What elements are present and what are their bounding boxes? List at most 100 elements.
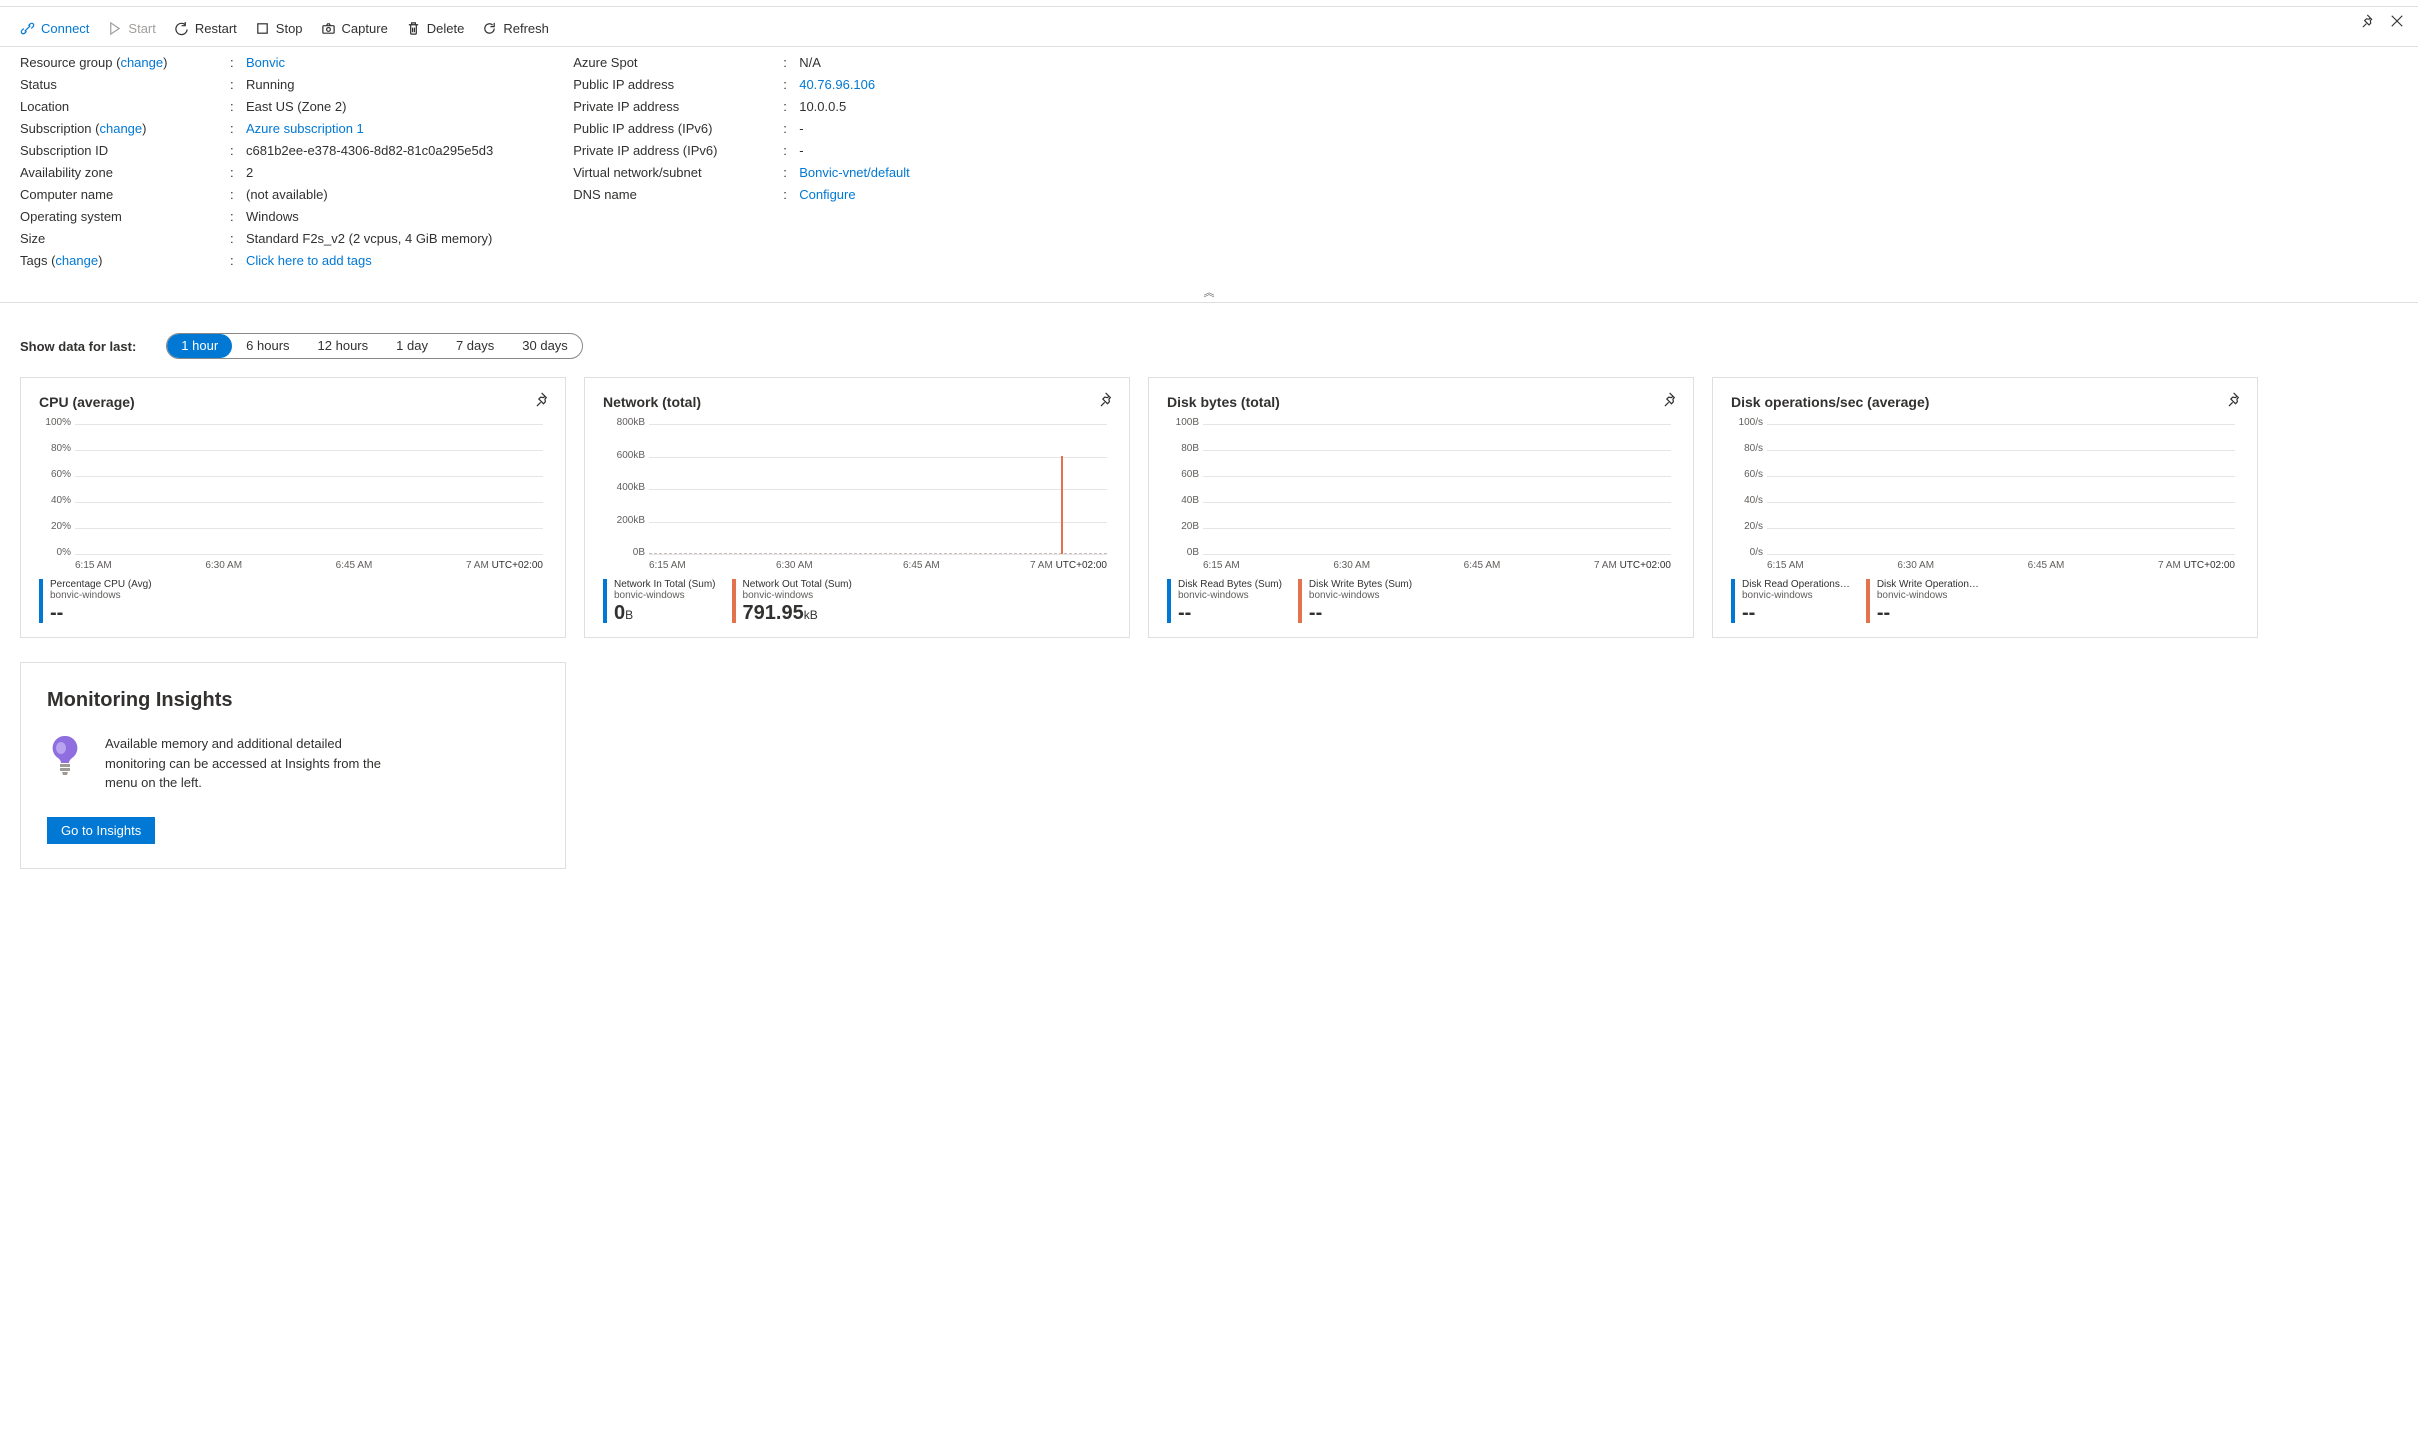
property-row: Operating system:Windows: [20, 209, 493, 224]
pin-icon[interactable]: [2362, 14, 2376, 31]
property-value: 40.76.96.106: [799, 77, 875, 92]
property-row: Location:East US (Zone 2): [20, 99, 493, 114]
property-row: Availability zone:2: [20, 165, 493, 180]
stop-button[interactable]: Stop: [255, 21, 303, 36]
pin-icon[interactable]: [536, 392, 551, 410]
property-label: Public IP address: [573, 77, 783, 92]
property-label: Tags (change): [20, 253, 230, 268]
property-row: Public IP address (IPv6):-: [573, 121, 910, 136]
property-row: Virtual network/subnet:Bonvic-vnet/defau…: [573, 165, 910, 180]
property-label: DNS name: [573, 187, 783, 202]
property-row: Size:Standard F2s_v2 (2 vcpus, 4 GiB mem…: [20, 231, 493, 246]
delete-button[interactable]: Delete: [406, 21, 465, 36]
chart-xaxis: 6:15 AM6:30 AM6:45 AM7 AM UTC+02:00: [1767, 554, 2235, 571]
chart-legend: Network In Total (Sum)bonvic-windows0B Ne…: [603, 579, 1111, 623]
close-icon[interactable]: [2390, 14, 2404, 31]
property-row: Subscription (change):Azure subscription…: [20, 121, 493, 136]
capture-button[interactable]: Capture: [321, 21, 388, 36]
property-row: Subscription ID:c681b2ee-e378-4306-8d82-…: [20, 143, 493, 158]
pin-icon[interactable]: [1100, 392, 1115, 410]
property-row: Tags (change):Click here to add tags: [20, 253, 493, 268]
property-label: Location: [20, 99, 230, 114]
chart-plot[interactable]: 100%80%60%40%20%0%: [75, 424, 543, 554]
time-range-label: Show data for last:: [20, 339, 136, 354]
property-value: 2: [246, 165, 253, 180]
pin-icon[interactable]: [2228, 392, 2243, 410]
property-value: Running: [246, 77, 294, 92]
chart-title: Disk operations/sec (average): [1731, 394, 2239, 410]
insights-text: Available memory and additional detailed…: [105, 734, 405, 793]
property-value: Bonvic: [246, 55, 285, 70]
property-value: N/A: [799, 55, 821, 70]
property-label: Private IP address (IPv6): [573, 143, 783, 158]
go-to-insights-button[interactable]: Go to Insights: [47, 817, 155, 844]
change-link[interactable]: change: [55, 253, 98, 268]
legend-item[interactable]: Network In Total (Sum)bonvic-windows0B: [603, 579, 716, 623]
property-row: Private IP address:10.0.0.5: [573, 99, 910, 114]
refresh-button[interactable]: Refresh: [482, 21, 549, 36]
chart-card: Disk operations/sec (average) 100/s80/s60…: [1712, 377, 2258, 638]
charts-grid: CPU (average)100%80%60%40%20%0%6:15 AM6:…: [0, 377, 2418, 658]
start-button: Start: [107, 21, 155, 36]
property-row: Azure Spot:N/A: [573, 55, 910, 70]
chart-card: Network (total)800kB600kB400kB200kB0B6:1…: [584, 377, 1130, 638]
legend-item[interactable]: Disk Write Bytes (Sum)bonvic-windows--: [1298, 579, 1412, 623]
time-range-option[interactable]: 7 days: [442, 334, 508, 358]
pin-icon[interactable]: [1664, 392, 1679, 410]
legend-item[interactable]: Network Out Total (Sum)bonvic-windows791…: [732, 579, 852, 623]
insights-title: Monitoring Insights: [47, 689, 539, 712]
chart-xaxis: 6:15 AM6:30 AM6:45 AM7 AM UTC+02:00: [1203, 554, 1671, 571]
time-range-option[interactable]: 30 days: [508, 334, 582, 358]
chart-xaxis: 6:15 AM6:30 AM6:45 AM7 AM UTC+02:00: [75, 554, 543, 571]
property-value: (not available): [246, 187, 328, 202]
property-row: Resource group (change):Bonvic: [20, 55, 493, 70]
property-value: Windows: [246, 209, 299, 224]
change-link[interactable]: change: [99, 121, 142, 136]
property-row: Public IP address:40.76.96.106: [573, 77, 910, 92]
property-label: Size: [20, 231, 230, 246]
connect-button[interactable]: Connect: [20, 21, 89, 36]
chart-title: Network (total): [603, 394, 1111, 410]
chart-plot[interactable]: 100/s80/s60/s40/s20/s0/s: [1767, 424, 2235, 554]
property-value: -: [799, 143, 803, 158]
property-label: Private IP address: [573, 99, 783, 114]
chart-title: Disk bytes (total): [1167, 394, 1675, 410]
time-range-option[interactable]: 1 day: [382, 334, 442, 358]
property-value: 10.0.0.5: [799, 99, 846, 114]
property-value: -: [799, 121, 803, 136]
property-row: Private IP address (IPv6):-: [573, 143, 910, 158]
time-range-option[interactable]: 6 hours: [232, 334, 303, 358]
restart-button[interactable]: Restart: [174, 21, 237, 36]
chart-title: CPU (average): [39, 394, 547, 410]
change-link[interactable]: change: [120, 55, 163, 70]
legend-item[interactable]: Disk Read Operations…bonvic-windows--: [1731, 579, 1850, 623]
property-value: Bonvic-vnet/default: [799, 165, 910, 180]
property-label: Azure Spot: [573, 55, 783, 70]
property-value: Azure subscription 1: [246, 121, 364, 136]
lightbulb-icon: [47, 734, 83, 776]
chart-card: Disk bytes (total) 100B80B60B40B20B0B6:15…: [1148, 377, 1694, 638]
essentials-panel: Resource group (change):BonvicStatus:Run…: [0, 47, 2418, 282]
property-label: Public IP address (IPv6): [573, 121, 783, 136]
insights-card: Monitoring Insights Available memory and…: [20, 662, 566, 869]
chart-legend: Disk Read Bytes (Sum)bonvic-windows-- Dis…: [1167, 579, 1675, 623]
command-bar: Connect Start Restart Stop Capture Delet…: [0, 7, 2418, 46]
legend-item[interactable]: Disk Read Bytes (Sum)bonvic-windows--: [1167, 579, 1282, 623]
time-range-option[interactable]: 12 hours: [304, 334, 383, 358]
property-value: East US (Zone 2): [246, 99, 346, 114]
property-label: Availability zone: [20, 165, 230, 180]
legend-item[interactable]: Percentage CPU (Avg)bonvic-windows--: [39, 579, 152, 623]
property-label: Subscription ID: [20, 143, 230, 158]
property-value: Configure: [799, 187, 855, 202]
property-row: Computer name:(not available): [20, 187, 493, 202]
time-range-option[interactable]: 1 hour: [167, 334, 232, 358]
chart-plot[interactable]: 100B80B60B40B20B0B: [1203, 424, 1671, 554]
chart-plot[interactable]: 800kB600kB400kB200kB0B: [649, 424, 1107, 554]
property-value: Standard F2s_v2 (2 vcpus, 4 GiB memory): [246, 231, 492, 246]
legend-item[interactable]: Disk Write Operation…bonvic-windows--: [1866, 579, 1979, 623]
chart-legend: Percentage CPU (Avg)bonvic-windows--: [39, 579, 547, 623]
collapse-icon[interactable]: ︽: [0, 282, 2418, 302]
time-range-pills: 1 hour6 hours12 hours1 day7 days30 days: [166, 333, 583, 359]
property-label: Subscription (change): [20, 121, 230, 136]
property-label: Status: [20, 77, 230, 92]
